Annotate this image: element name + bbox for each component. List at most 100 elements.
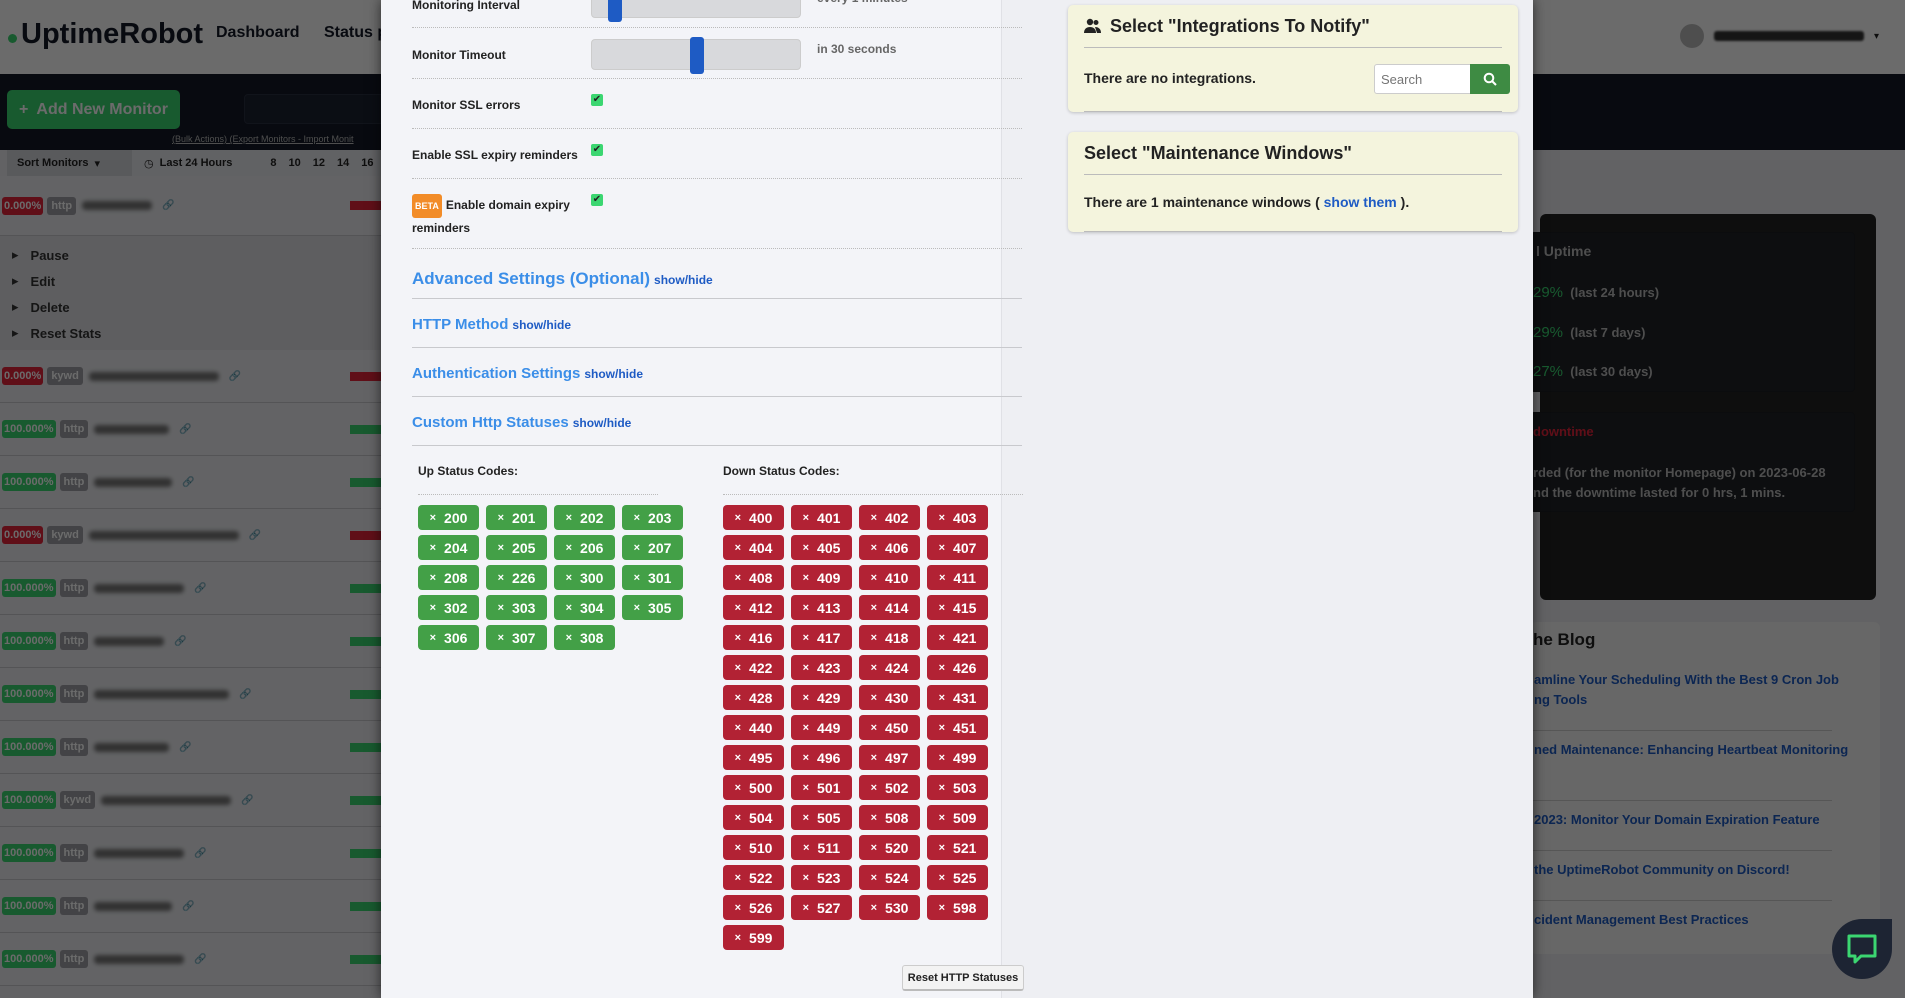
remove-icon[interactable]: ×	[430, 542, 436, 554]
remove-icon[interactable]: ×	[803, 782, 809, 794]
down-status-code-chip[interactable]: × 508	[859, 805, 920, 830]
remove-icon[interactable]: ×	[735, 722, 741, 734]
up-status-code-chip[interactable]: × 207	[622, 535, 683, 560]
remove-icon[interactable]: ×	[871, 692, 877, 704]
remove-icon[interactable]: ×	[871, 512, 877, 524]
down-status-code-chip[interactable]: × 495	[723, 745, 784, 770]
down-status-code-chip[interactable]: × 408	[723, 565, 784, 590]
remove-icon[interactable]: ×	[803, 812, 809, 824]
down-status-code-chip[interactable]: × 424	[859, 655, 920, 680]
down-status-code-chip[interactable]: × 527	[791, 895, 852, 920]
remove-icon[interactable]: ×	[735, 542, 741, 554]
remove-icon[interactable]: ×	[871, 812, 877, 824]
remove-icon[interactable]: ×	[871, 782, 877, 794]
remove-icon[interactable]: ×	[939, 902, 945, 914]
down-status-code-chip[interactable]: × 524	[859, 865, 920, 890]
down-status-code-chip[interactable]: × 530	[859, 895, 920, 920]
up-status-code-chip[interactable]: × 201	[486, 505, 547, 530]
down-status-code-chip[interactable]: × 422	[723, 655, 784, 680]
down-status-code-chip[interactable]: × 401	[791, 505, 852, 530]
remove-icon[interactable]: ×	[803, 722, 809, 734]
up-status-code-chip[interactable]: × 301	[622, 565, 683, 590]
up-status-code-chip[interactable]: × 304	[554, 595, 615, 620]
remove-icon[interactable]: ×	[735, 872, 741, 884]
remove-icon[interactable]: ×	[871, 842, 877, 854]
reset-http-statuses-button[interactable]: Reset HTTP Statuses	[902, 965, 1024, 991]
up-status-code-chip[interactable]: × 206	[554, 535, 615, 560]
down-status-code-chip[interactable]: × 521	[927, 835, 988, 860]
down-status-code-chip[interactable]: × 430	[859, 685, 920, 710]
down-status-code-chip[interactable]: × 407	[927, 535, 988, 560]
down-status-code-chip[interactable]: × 526	[723, 895, 784, 920]
remove-icon[interactable]: ×	[735, 662, 741, 674]
remove-icon[interactable]: ×	[498, 542, 504, 554]
remove-icon[interactable]: ×	[871, 632, 877, 644]
up-status-code-chip[interactable]: × 208	[418, 565, 479, 590]
down-status-code-chip[interactable]: × 505	[791, 805, 852, 830]
up-status-code-chip[interactable]: × 226	[486, 565, 547, 590]
down-status-code-chip[interactable]: × 503	[927, 775, 988, 800]
down-status-code-chip[interactable]: × 599	[723, 925, 784, 950]
remove-icon[interactable]: ×	[803, 752, 809, 764]
remove-icon[interactable]: ×	[735, 842, 741, 854]
remove-icon[interactable]: ×	[803, 842, 809, 854]
remove-icon[interactable]: ×	[430, 512, 436, 524]
up-status-code-chip[interactable]: × 303	[486, 595, 547, 620]
remove-icon[interactable]: ×	[735, 572, 741, 584]
down-status-code-chip[interactable]: × 502	[859, 775, 920, 800]
down-status-code-chip[interactable]: × 497	[859, 745, 920, 770]
show-hide-toggle[interactable]: show/hide	[512, 318, 571, 332]
remove-icon[interactable]: ×	[803, 602, 809, 614]
remove-icon[interactable]: ×	[498, 572, 504, 584]
down-status-code-chip[interactable]: × 451	[927, 715, 988, 740]
remove-icon[interactable]: ×	[871, 902, 877, 914]
remove-icon[interactable]: ×	[430, 602, 436, 614]
remove-icon[interactable]: ×	[735, 632, 741, 644]
domain-expiry-checkbox[interactable]: ✔	[591, 194, 603, 206]
remove-icon[interactable]: ×	[803, 572, 809, 584]
down-status-code-chip[interactable]: × 400	[723, 505, 784, 530]
remove-icon[interactable]: ×	[498, 632, 504, 644]
down-status-code-chip[interactable]: × 525	[927, 865, 988, 890]
down-status-code-chip[interactable]: × 426	[927, 655, 988, 680]
down-status-code-chip[interactable]: × 404	[723, 535, 784, 560]
down-status-code-chip[interactable]: × 598	[927, 895, 988, 920]
remove-icon[interactable]: ×	[634, 542, 640, 554]
remove-icon[interactable]: ×	[430, 572, 436, 584]
remove-icon[interactable]: ×	[803, 872, 809, 884]
remove-icon[interactable]: ×	[566, 602, 572, 614]
remove-icon[interactable]: ×	[803, 902, 809, 914]
remove-icon[interactable]: ×	[803, 542, 809, 554]
remove-icon[interactable]: ×	[498, 512, 504, 524]
remove-icon[interactable]: ×	[939, 632, 945, 644]
remove-icon[interactable]: ×	[803, 512, 809, 524]
remove-icon[interactable]: ×	[803, 632, 809, 644]
down-status-code-chip[interactable]: × 403	[927, 505, 988, 530]
down-status-code-chip[interactable]: × 511	[791, 835, 852, 860]
remove-icon[interactable]: ×	[735, 512, 741, 524]
down-status-code-chip[interactable]: × 416	[723, 625, 784, 650]
remove-icon[interactable]: ×	[735, 812, 741, 824]
down-status-code-chip[interactable]: × 523	[791, 865, 852, 890]
down-status-code-chip[interactable]: × 405	[791, 535, 852, 560]
down-status-code-chip[interactable]: × 522	[723, 865, 784, 890]
remove-icon[interactable]: ×	[939, 602, 945, 614]
down-status-code-chip[interactable]: × 501	[791, 775, 852, 800]
remove-icon[interactable]: ×	[735, 932, 741, 944]
remove-icon[interactable]: ×	[939, 782, 945, 794]
remove-icon[interactable]: ×	[803, 662, 809, 674]
remove-icon[interactable]: ×	[634, 512, 640, 524]
down-status-code-chip[interactable]: × 499	[927, 745, 988, 770]
down-status-code-chip[interactable]: × 406	[859, 535, 920, 560]
remove-icon[interactable]: ×	[735, 752, 741, 764]
up-status-code-chip[interactable]: × 302	[418, 595, 479, 620]
remove-icon[interactable]: ×	[871, 572, 877, 584]
remove-icon[interactable]: ×	[566, 542, 572, 554]
down-status-code-chip[interactable]: × 415	[927, 595, 988, 620]
down-status-code-chip[interactable]: × 421	[927, 625, 988, 650]
remove-icon[interactable]: ×	[430, 632, 436, 644]
down-status-code-chip[interactable]: × 429	[791, 685, 852, 710]
down-status-code-chip[interactable]: × 431	[927, 685, 988, 710]
remove-icon[interactable]: ×	[871, 752, 877, 764]
remove-icon[interactable]: ×	[939, 842, 945, 854]
